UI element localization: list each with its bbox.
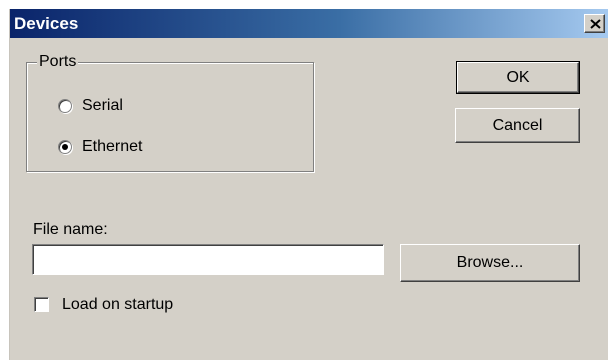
radio-ethernet-circle[interactable] (58, 140, 72, 154)
radio-ethernet-dot (62, 144, 68, 150)
close-icon (590, 19, 601, 29)
radio-ethernet-label: Ethernet (82, 138, 143, 155)
file-name-input[interactable] (32, 244, 384, 275)
cancel-button[interactable]: Cancel (455, 108, 580, 143)
close-button[interactable] (584, 14, 605, 33)
radio-serial-label: Serial (82, 97, 123, 114)
load-on-startup-label: Load on startup (62, 296, 174, 313)
file-name-label: File name: (33, 221, 108, 238)
window-title: Devices (14, 14, 79, 33)
radio-serial[interactable]: Serial (58, 97, 123, 115)
ok-button[interactable]: OK (456, 61, 580, 94)
radio-ethernet[interactable]: Ethernet (58, 138, 142, 156)
radio-serial-circle[interactable] (58, 99, 72, 113)
title-bar[interactable]: Devices (10, 9, 608, 38)
load-on-startup-checkbox[interactable] (34, 297, 49, 312)
browse-button[interactable]: Browse... (400, 244, 580, 282)
ports-group-label: Ports (37, 53, 79, 71)
